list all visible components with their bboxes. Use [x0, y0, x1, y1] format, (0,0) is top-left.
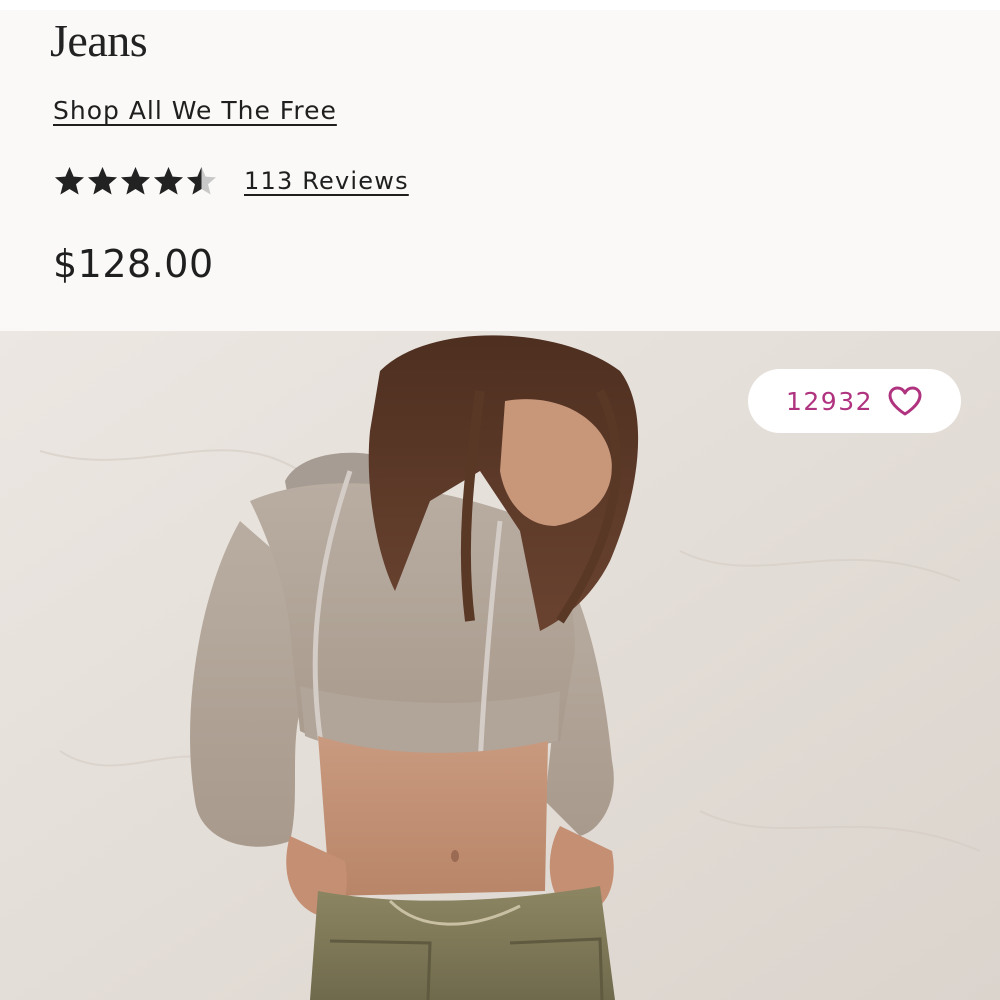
product-info-panel: Jeans Shop All We The Free 113 Reviews $… — [0, 10, 1000, 331]
star-full-icon — [55, 166, 84, 194]
product-price: $128.00 — [53, 242, 214, 286]
product-hero-image[interactable]: 12932 — [0, 331, 1000, 1000]
shop-all-link[interactable]: Shop All We The Free — [53, 96, 337, 125]
like-button[interactable]: 12932 — [748, 369, 961, 433]
star-rating[interactable] — [53, 165, 218, 198]
top-strip — [0, 0, 1000, 10]
rating-row: 113 Reviews — [53, 164, 409, 198]
heart-outline-icon — [888, 386, 922, 416]
product-page: Jeans Shop All We The Free 113 Reviews $… — [0, 0, 1000, 1000]
product-title: Jeans — [50, 15, 148, 66]
star-full-icon — [88, 166, 117, 194]
star-full-icon — [121, 166, 150, 194]
reviews-link[interactable]: 113 Reviews — [244, 167, 409, 195]
like-count: 12932 — [785, 386, 874, 416]
star-full-icon — [154, 166, 183, 194]
star-half-icon — [187, 166, 216, 194]
